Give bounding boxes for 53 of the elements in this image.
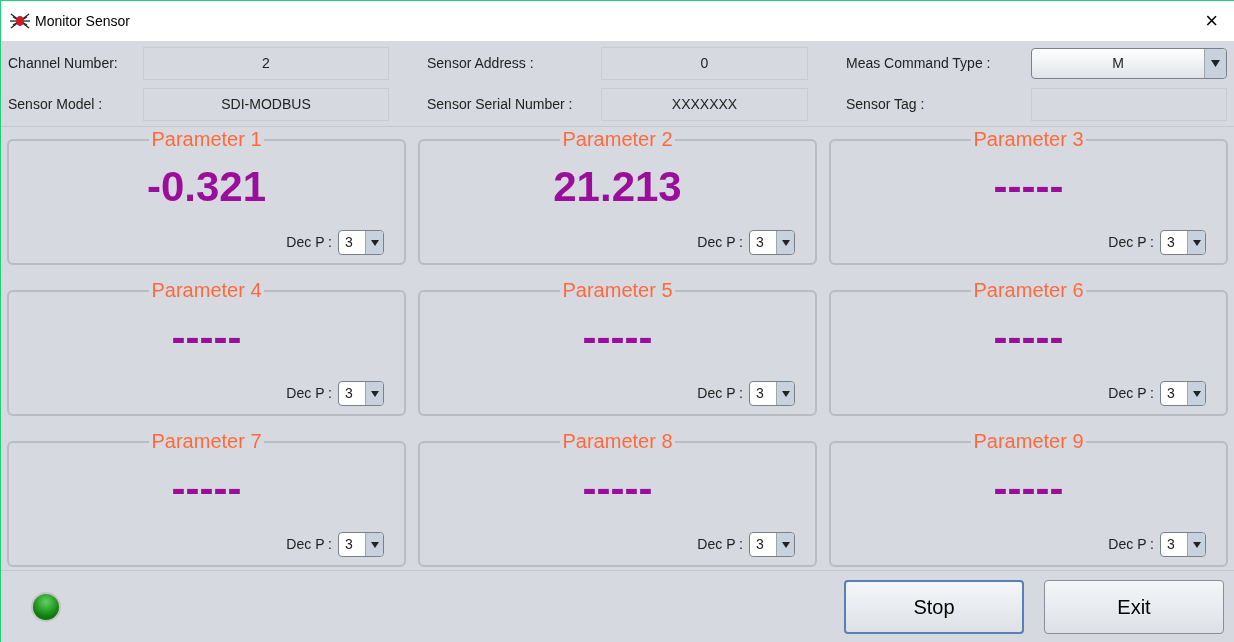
- decimal-dropdown[interactable]: 3: [1160, 381, 1206, 406]
- decimal-label: Dec P :: [1108, 384, 1154, 403]
- caret-icon: [370, 541, 379, 548]
- caret-icon: [781, 390, 790, 397]
- reading-value: -----: [993, 465, 1064, 513]
- caret-icon: [370, 239, 379, 246]
- field-label: Sensor Model :: [8, 94, 104, 114]
- decimal-label: Dec P :: [697, 233, 743, 252]
- decimal-dropdown[interactable]: 3: [1160, 230, 1206, 255]
- field-label: Meas Command Type :: [846, 53, 992, 73]
- text-field[interactable]: SDI-MODBUS: [143, 87, 389, 121]
- field-label: Sensor Tag :: [846, 94, 926, 114]
- decimal-label: Dec P :: [286, 384, 332, 403]
- reading-value: -0.321: [146, 163, 267, 211]
- decimal-dropdown[interactable]: 3: [338, 532, 384, 557]
- caret-icon: [781, 541, 790, 548]
- text-field[interactable]: 0: [601, 46, 808, 80]
- decimal-dropdown[interactable]: 3: [338, 381, 384, 406]
- reading-value: -----: [171, 465, 242, 513]
- caret-icon: [1192, 390, 1201, 397]
- text-field[interactable]: 2: [143, 46, 389, 80]
- decimal-label: Dec P :: [286, 233, 332, 252]
- caret-icon: [781, 239, 790, 246]
- reading-value: -----: [582, 465, 653, 513]
- spider-icon: [9, 12, 31, 30]
- caret-icon: [1192, 541, 1201, 548]
- decimal-label: Dec P :: [1108, 233, 1154, 252]
- close-button[interactable]: ×: [1197, 10, 1226, 32]
- decimal-label: Dec P :: [286, 535, 332, 554]
- field-label: Channel Number:: [8, 53, 119, 73]
- caret-icon: [370, 390, 379, 397]
- field-label: Sensor Address :: [427, 53, 535, 73]
- text-field[interactable]: XXXXXXX: [601, 87, 808, 121]
- command-type-dropdown[interactable]: M: [1031, 47, 1227, 79]
- decimal-dropdown[interactable]: 3: [338, 230, 384, 255]
- caret-icon: [1211, 59, 1220, 67]
- decimal-label: Dec P :: [697, 384, 743, 403]
- decimal-label: Dec P :: [697, 535, 743, 554]
- window-title: Monitor Sensor: [35, 11, 130, 31]
- decimal-label: Dec P :: [1108, 535, 1154, 554]
- field-label: Sensor Serial Number :: [427, 94, 574, 114]
- reading-value: -----: [582, 314, 653, 362]
- decimal-dropdown[interactable]: 3: [1160, 532, 1206, 557]
- reading-value: -----: [993, 163, 1064, 211]
- reading-value: 21.213: [553, 163, 682, 211]
- decimal-dropdown[interactable]: 3: [749, 230, 795, 255]
- reading-value: -----: [171, 314, 242, 362]
- caret-icon: [1192, 239, 1201, 246]
- action-button[interactable]: Stop: [844, 579, 1024, 634]
- action-button[interactable]: Exit: [1044, 579, 1224, 634]
- decimal-dropdown[interactable]: 3: [749, 381, 795, 406]
- decimal-dropdown[interactable]: 3: [749, 532, 795, 557]
- reading-value: -----: [993, 314, 1064, 362]
